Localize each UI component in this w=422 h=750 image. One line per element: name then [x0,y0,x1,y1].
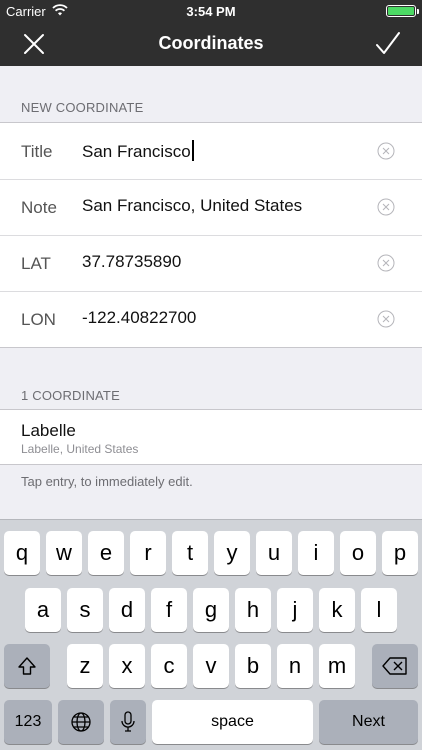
list-item-subtitle: Labelle, United States [21,442,139,456]
clear-lon-icon[interactable] [377,310,395,328]
key-r[interactable]: r [130,531,166,575]
key-n[interactable]: n [277,644,313,688]
key-s[interactable]: s [67,588,103,632]
shift-key[interactable] [4,644,50,688]
lon-field[interactable]: -122.40822700 [82,308,196,328]
key-a[interactable]: a [25,588,61,632]
key-h[interactable]: h [235,588,271,632]
key-u[interactable]: u [256,531,292,575]
next-key[interactable]: Next [319,700,418,744]
space-key[interactable]: space [152,700,313,744]
clear-note-icon[interactable] [377,198,395,216]
new-coordinate-form: Title San Francisco Note San Francisco, … [0,122,422,348]
page-title: Coordinates [158,33,264,53]
lat-row[interactable]: LAT 37.78735890 [0,235,422,291]
list-item[interactable]: Labelle Labelle, United States [0,409,422,465]
text-cursor [191,140,194,161]
clear-title-icon[interactable] [377,142,395,160]
microphone-icon [121,711,135,732]
lon-row[interactable]: LON -122.40822700 [0,291,422,347]
key-x[interactable]: x [109,644,145,688]
key-z[interactable]: z [67,644,103,688]
clear-lat-icon[interactable] [377,254,395,272]
clock: 3:54 PM [186,4,236,19]
key-i[interactable]: i [298,531,334,575]
title-label: Title [21,142,53,161]
key-v[interactable]: v [193,644,229,688]
navigation-bar: Coordinates [0,22,422,66]
hint-text: Tap entry, to immediately edit. [21,474,193,489]
lat-field[interactable]: 37.78735890 [82,252,181,272]
note-field[interactable]: San Francisco, United States [82,196,302,216]
delete-key[interactable] [372,644,418,688]
backspace-icon [382,657,407,675]
key-d[interactable]: d [109,588,145,632]
lat-label: LAT [21,254,51,273]
numbers-key[interactable]: 123 [4,700,52,744]
title-field[interactable]: San Francisco [82,140,194,162]
key-e[interactable]: e [88,531,124,575]
key-c[interactable]: c [151,644,187,688]
battery-icon [386,5,416,17]
globe-key[interactable] [58,700,104,744]
lon-label: LON [21,310,56,329]
checkmark-icon [376,32,400,54]
key-t[interactable]: t [172,531,208,575]
globe-icon [71,712,91,732]
key-l[interactable]: l [361,588,397,632]
key-p[interactable]: p [382,531,418,575]
note-label: Note [21,198,57,217]
key-f[interactable]: f [151,588,187,632]
key-o[interactable]: o [340,531,376,575]
title-row[interactable]: Title San Francisco [0,123,422,179]
shift-icon [18,657,36,675]
key-w[interactable]: w [46,531,82,575]
keyboard: q w e r t y u i o p a s d f g h j k l z … [0,519,422,750]
status-bar: Carrier 3:54 PM [0,0,422,22]
key-q[interactable]: q [4,531,40,575]
key-j[interactable]: j [277,588,313,632]
done-button[interactable] [374,30,402,58]
list-item-title: Labelle [21,421,76,440]
key-b[interactable]: b [235,644,271,688]
key-m[interactable]: m [319,644,355,688]
key-g[interactable]: g [193,588,229,632]
dictation-key[interactable] [110,700,146,744]
note-row[interactable]: Note San Francisco, United States [0,179,422,235]
key-y[interactable]: y [214,531,250,575]
new-coordinate-header: NEW COORDINATE [21,100,144,115]
key-k[interactable]: k [319,588,355,632]
coordinate-count-header: 1 COORDINATE [21,388,120,403]
